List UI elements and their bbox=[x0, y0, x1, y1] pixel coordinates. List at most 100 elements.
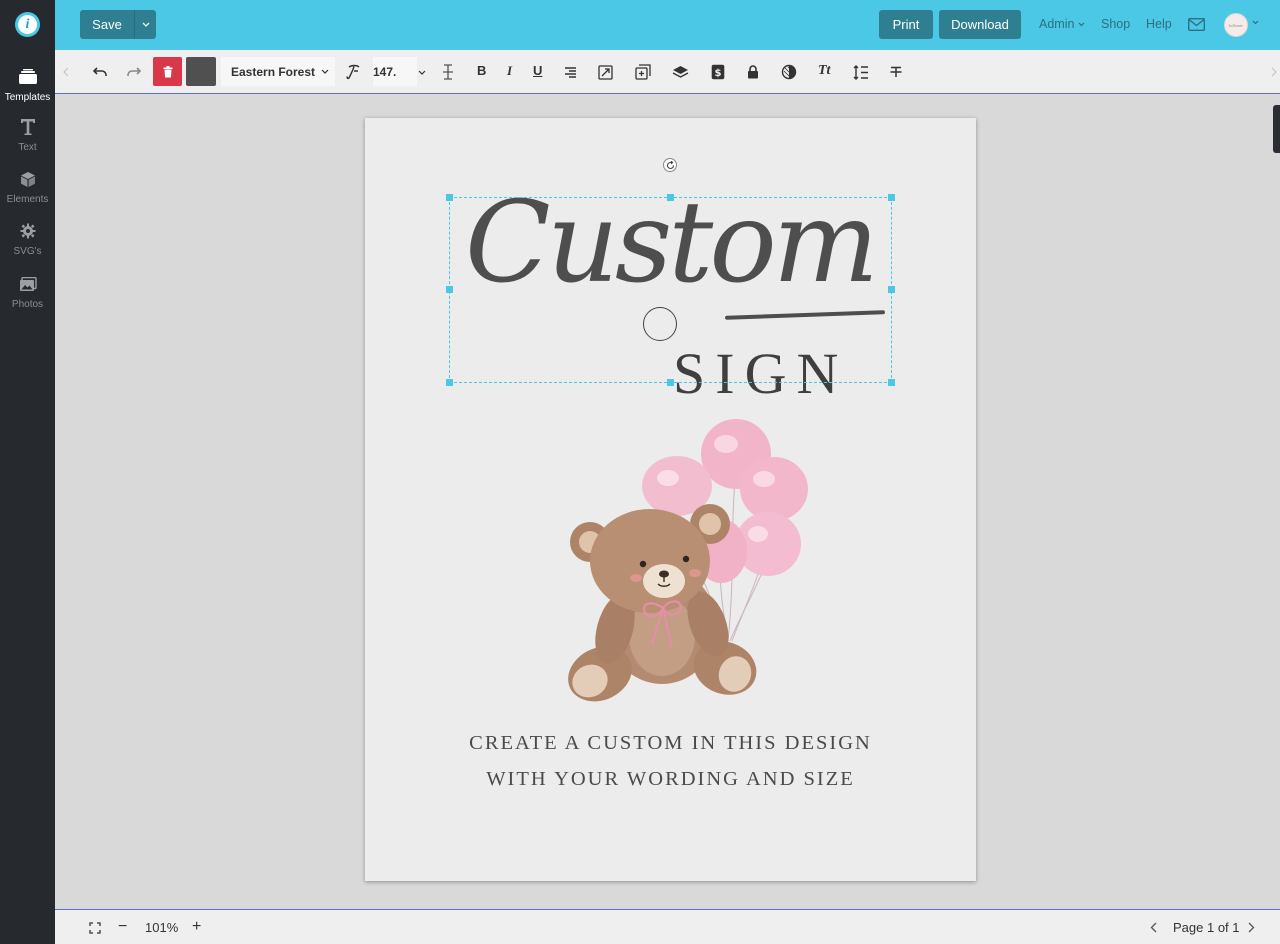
font-size-dropdown[interactable] bbox=[418, 62, 426, 82]
sidebar-item-label: Photos bbox=[11, 299, 44, 310]
chevron-down-icon bbox=[1079, 22, 1085, 26]
app-logo[interactable]: i bbox=[15, 12, 40, 37]
layers-button[interactable] bbox=[672, 62, 689, 82]
scroll-left-button[interactable] bbox=[63, 62, 69, 82]
trash-icon bbox=[163, 65, 172, 77]
zoom-out-button[interactable]: − bbox=[118, 918, 127, 936]
chevron-right-icon bbox=[1271, 67, 1277, 77]
price-button[interactable]: $ bbox=[711, 62, 725, 82]
sidebar-item-text[interactable]: Text bbox=[0, 116, 55, 153]
next-page-button[interactable] bbox=[1248, 922, 1255, 933]
opacity-icon bbox=[781, 64, 797, 80]
italic-button[interactable]: I bbox=[507, 63, 512, 79]
sidebar-item-elements[interactable]: Elements bbox=[0, 168, 55, 205]
resize-handle-right[interactable] bbox=[888, 286, 895, 293]
resize-handle-bottom[interactable] bbox=[667, 379, 674, 386]
save-button-group: Save bbox=[80, 10, 156, 39]
messages-button[interactable] bbox=[1188, 18, 1205, 31]
avatar-logo-text: bellamie bbox=[1229, 22, 1243, 28]
font-style-button[interactable] bbox=[345, 62, 361, 82]
caption-line-1[interactable]: CREATE A CUSTOM IN THIS DESIGN bbox=[365, 732, 976, 755]
delete-button[interactable] bbox=[153, 57, 182, 86]
sidebar-item-photos[interactable]: Photos bbox=[0, 273, 55, 310]
scroll-right-button[interactable] bbox=[1271, 62, 1277, 82]
line-spacing-icon bbox=[853, 64, 868, 80]
rotate-icon bbox=[666, 160, 674, 169]
sidebar-item-svgs[interactable]: SVG's bbox=[0, 220, 55, 257]
strikethrough-icon bbox=[890, 66, 902, 77]
resize-handle-bottom-right[interactable] bbox=[888, 379, 895, 386]
photos-icon bbox=[19, 273, 37, 295]
design-page[interactable]: Custom SIGN CREATE A CUSTOM IN THIS DESI… bbox=[365, 118, 976, 881]
caption-line-2[interactable]: WITH YOUR WORDING AND SIZE bbox=[365, 768, 976, 791]
print-button[interactable]: Print bbox=[879, 10, 933, 39]
left-sidebar: i Templates Text Elements SVG's Photos bbox=[0, 0, 55, 944]
shop-link[interactable]: Shop bbox=[1101, 17, 1130, 31]
chevron-down-icon bbox=[1252, 20, 1259, 25]
font-size-input[interactable] bbox=[373, 57, 417, 86]
chevron-down-icon bbox=[321, 69, 329, 74]
bold-button[interactable]: B bbox=[477, 63, 486, 78]
text-color-swatch[interactable] bbox=[186, 57, 216, 86]
top-bar: Save Print Download Admin Shop Help bell… bbox=[55, 0, 1280, 50]
right-panel-toggle[interactable] bbox=[1273, 105, 1280, 153]
line-height-button[interactable] bbox=[442, 62, 454, 82]
cube-icon bbox=[20, 168, 36, 190]
teddy-bear-balloons-illustration[interactable] bbox=[560, 416, 820, 708]
stack-icon bbox=[672, 66, 689, 78]
svg-text:$: $ bbox=[715, 68, 722, 79]
font-family-select[interactable]: Eastern Forest bbox=[221, 57, 335, 86]
lock-button[interactable] bbox=[747, 62, 759, 82]
chevron-right-icon bbox=[1248, 922, 1255, 933]
resize-handle-top[interactable] bbox=[667, 194, 674, 201]
page-indicator: Page 1 of 1 bbox=[1173, 920, 1240, 935]
help-link[interactable]: Help bbox=[1146, 17, 1172, 31]
resize-icon bbox=[598, 64, 613, 80]
download-button[interactable]: Download bbox=[939, 10, 1021, 39]
sidebar-item-label: Elements bbox=[6, 194, 49, 205]
gear-icon bbox=[20, 220, 36, 242]
save-button[interactable]: Save bbox=[80, 10, 135, 39]
dollar-box-icon: $ bbox=[711, 64, 725, 80]
fullscreen-icon bbox=[89, 922, 101, 934]
mail-icon bbox=[1188, 18, 1205, 31]
resize-handle-left[interactable] bbox=[446, 286, 453, 293]
align-button[interactable] bbox=[564, 62, 577, 82]
zoom-in-button[interactable]: + bbox=[192, 918, 201, 936]
strikethrough-button[interactable] bbox=[890, 62, 902, 82]
redo-button[interactable] bbox=[127, 62, 141, 82]
resize-handle-top-left[interactable] bbox=[446, 194, 453, 201]
sidebar-item-label: Templates bbox=[4, 92, 51, 103]
lock-icon bbox=[748, 65, 758, 79]
layers-icon bbox=[18, 66, 38, 88]
user-avatar[interactable]: bellamie bbox=[1224, 13, 1248, 37]
undo-button[interactable] bbox=[93, 62, 107, 82]
fullscreen-button[interactable] bbox=[89, 922, 101, 934]
opacity-button[interactable] bbox=[781, 62, 797, 82]
zoom-level: 101% bbox=[145, 920, 179, 935]
user-menu-toggle[interactable] bbox=[1252, 20, 1259, 25]
resize-handle-bottom-left[interactable] bbox=[446, 379, 453, 386]
bottom-bar: − 101% + Page 1 of 1 bbox=[55, 909, 1280, 944]
font-family-value: Eastern Forest bbox=[231, 64, 316, 79]
previous-page-button[interactable] bbox=[1150, 922, 1157, 933]
text-transform-button[interactable]: Tt bbox=[818, 63, 830, 79]
duplicate-button[interactable] bbox=[635, 62, 651, 82]
logo-letter-icon: i bbox=[18, 15, 37, 34]
sidebar-item-label: Text bbox=[18, 142, 37, 153]
redo-icon bbox=[127, 67, 141, 76]
resize-button[interactable] bbox=[598, 62, 613, 82]
underline-button[interactable]: U bbox=[533, 63, 542, 78]
spacing-button[interactable] bbox=[853, 62, 869, 82]
align-right-icon bbox=[565, 66, 576, 78]
admin-menu[interactable]: Admin bbox=[1039, 17, 1085, 31]
selection-box[interactable] bbox=[449, 197, 892, 383]
chevron-left-icon bbox=[63, 67, 69, 77]
duplicate-icon bbox=[635, 64, 651, 80]
chevron-down-icon bbox=[142, 22, 149, 27]
resize-handle-top-right[interactable] bbox=[888, 194, 895, 201]
sidebar-item-templates[interactable]: Templates bbox=[0, 66, 55, 103]
save-options-button[interactable] bbox=[135, 10, 156, 39]
chevron-left-icon bbox=[1150, 922, 1157, 933]
rotate-handle[interactable] bbox=[663, 158, 677, 172]
